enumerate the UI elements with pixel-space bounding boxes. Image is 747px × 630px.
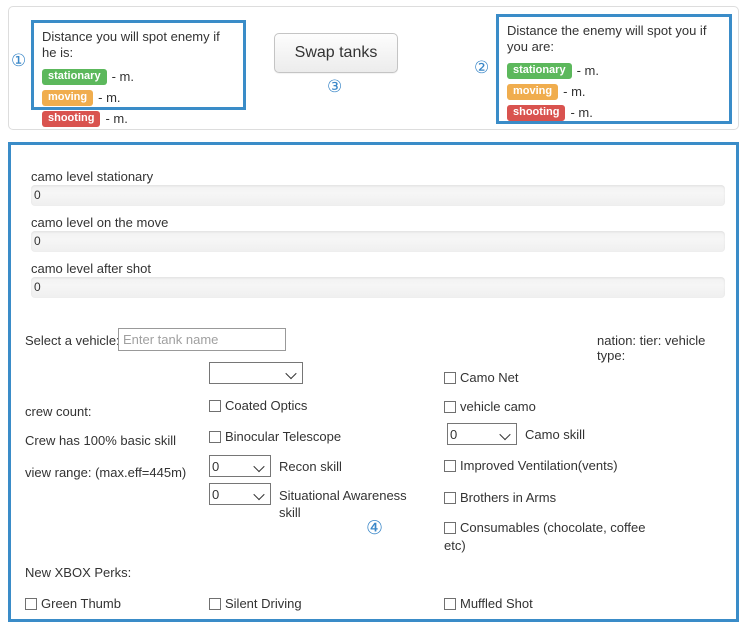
checkbox-box-icon[interactable] [444,598,456,610]
camo-shot-label: camo level after shot [31,261,151,276]
recon-skill-select-wrap[interactable]: 0 [209,455,271,477]
badge-moving: moving [42,89,94,106]
spot-enemy-row-shooting: shooting - m. [42,108,235,128]
checkbox-box-icon[interactable] [444,372,456,384]
situational-awareness-select-wrap[interactable]: 0 [209,483,271,505]
spotted-stationary-value: - m. [576,63,599,79]
camo-stationary-bar: 0 [31,185,725,206]
checkbox-muffled-shot-label: Muffled Shot [460,596,533,611]
marker-2: ② [474,58,490,78]
configuration-panel: camo level stationary 0 camo level on th… [8,142,739,622]
spot-enemy-stationary-value: - m. [111,69,134,85]
badge-stationary: stationary [42,68,107,85]
view-range-label: view range: (max.eff=445m) [25,465,187,480]
tank-name-input[interactable] [118,328,286,351]
checkbox-box-icon[interactable] [209,598,221,610]
checkbox-box-icon[interactable] [25,598,37,610]
checkbox-improved-ventilation-label: Improved Ventilation(vents) [460,458,618,473]
situational-awareness-label: Situational Awareness skill [279,488,407,520]
badge-stationary: stationary [507,62,572,79]
camo-stationary-label: camo level stationary [31,169,154,184]
badge-shooting: shooting [507,104,566,121]
checkbox-box-icon[interactable] [444,522,456,534]
spot-enemy-row-moving: moving - m. [42,87,235,107]
checkbox-box-icon[interactable] [209,400,221,412]
perks-title: New XBOX Perks: [25,565,132,580]
checkbox-green-thumb[interactable]: Green Thumb [25,596,121,612]
spotted-by-enemy-headline: Distance the enemy will spot you if you … [507,23,707,54]
crew-count-label: crew count: [25,404,92,419]
spotted-by-enemy-row-shooting: shooting - m. [507,102,721,122]
results-panel: ① Distance you will spot enemy if he is:… [8,6,739,130]
spot-enemy-moving-value: - m. [98,90,121,106]
checkbox-box-icon[interactable] [444,401,456,413]
badge-shooting: shooting [42,110,101,127]
camo-skill-select-wrap[interactable]: 0 [447,423,517,445]
checkbox-silent-driving-label: Silent Driving [225,596,302,611]
checkbox-box-icon[interactable] [209,431,221,443]
spotted-moving-value: - m. [563,84,586,100]
module-select-wrap[interactable] [209,362,303,384]
checkbox-vehicle-camo-label: vehicle camo [460,399,536,414]
spot-enemy-shooting-value: - m. [105,111,128,127]
marker-3: ③ [327,77,343,97]
spotted-by-enemy-row-moving: moving - m. [507,81,721,101]
spotted-by-enemy-box: Distance the enemy will spot you if you … [496,14,732,124]
module-select[interactable] [209,362,303,384]
recon-skill-label: Recon skill [279,459,342,474]
checkbox-camo-net[interactable]: Camo Net [444,370,519,386]
vehicle-info-label: nation: tier: vehicle type: [597,333,706,363]
checkbox-consumables[interactable]: Consumables (chocolate, coffee etc) [444,519,656,555]
checkbox-brothers-in-arms-label: Brothers in Arms [460,490,557,505]
checkbox-silent-driving[interactable]: Silent Driving [209,596,302,612]
camo-skill-select[interactable]: 0 [447,423,517,445]
recon-skill-select[interactable]: 0 [209,455,271,477]
checkbox-binocular-telescope[interactable]: Binocular Telescope [209,429,341,445]
camo-move-bar: 0 [31,231,725,252]
spot-enemy-headline: Distance you will spot enemy if he is: [42,29,220,60]
checkbox-consumables-label: Consumables (chocolate, coffee etc) [444,520,646,553]
swap-tanks-button[interactable]: Swap tanks [274,33,398,73]
select-vehicle-label: Select a vehicle: [25,333,120,348]
checkbox-coated-optics-label: Coated Optics [225,398,308,413]
basic-skill-label: Crew has 100% basic skill [25,433,177,448]
checkbox-vehicle-camo[interactable]: vehicle camo [444,399,536,415]
spotted-shooting-value: - m. [570,105,593,121]
checkbox-binocular-telescope-label: Binocular Telescope [225,429,342,444]
spot-enemy-box: Distance you will spot enemy if he is: s… [31,20,246,127]
badge-moving: moving [507,83,559,100]
camo-move-label: camo level on the move [31,215,169,230]
checkbox-improved-ventilation[interactable]: Improved Ventilation(vents) [444,458,618,474]
checkbox-box-icon[interactable] [444,460,456,472]
spotted-by-enemy-row-stationary: stationary - m. [507,60,721,80]
camo-shot-bar: 0 [31,277,725,298]
spot-enemy-row-stationary: stationary - m. [42,66,235,86]
checkbox-muffled-shot[interactable]: Muffled Shot [444,596,533,612]
marker-4: ④ [366,517,384,539]
marker-1: ① [11,51,27,71]
situational-awareness-select[interactable]: 0 [209,483,271,505]
checkbox-camo-net-label: Camo Net [460,370,519,385]
checkbox-brothers-in-arms[interactable]: Brothers in Arms [444,490,556,506]
checkbox-coated-optics[interactable]: Coated Optics [209,398,307,414]
checkbox-box-icon[interactable] [444,492,456,504]
checkbox-green-thumb-label: Green Thumb [41,596,121,611]
camo-skill-label: Camo skill [525,427,585,442]
